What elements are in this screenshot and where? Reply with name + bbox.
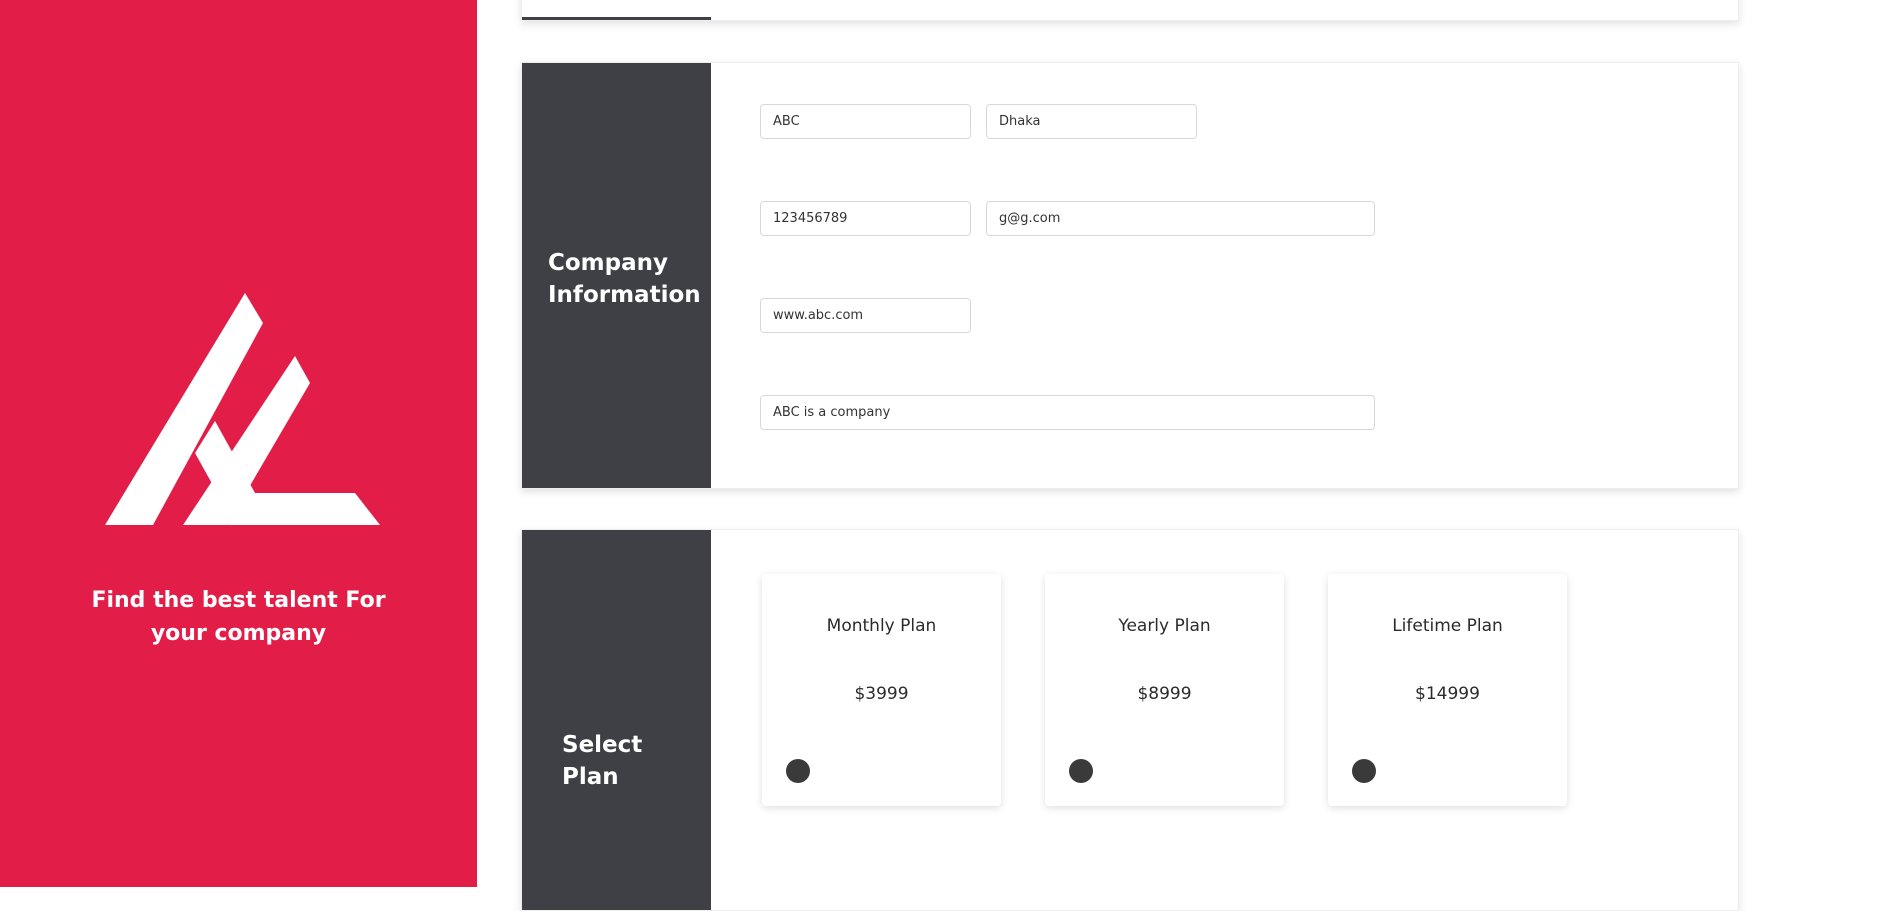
- company-website-input[interactable]: [760, 298, 971, 333]
- plan-title-line-1: Select: [562, 732, 643, 758]
- plan-name: Monthly Plan: [826, 616, 937, 636]
- select-plan-title: Select Plan: [562, 729, 642, 793]
- brand-panel: Find the best talent For your company: [0, 0, 477, 887]
- plan-option-yearly[interactable]: Yearly Plan $8999: [1045, 574, 1284, 806]
- select-plan-card: Select Plan Monthly Plan $3999 Yearly Pl…: [521, 529, 1739, 911]
- plan-price: $14999: [1415, 684, 1480, 704]
- company-description-input[interactable]: [760, 395, 1375, 430]
- plan-name: Yearly Plan: [1118, 616, 1211, 636]
- plan-radio-button[interactable]: [1352, 759, 1376, 783]
- tagline-line-1: Find the best talent For: [91, 588, 386, 613]
- tagline-line-2: your company: [150, 621, 327, 646]
- previous-section-side-bar: [522, 17, 711, 20]
- company-city-input[interactable]: [986, 104, 1197, 139]
- company-title-line-1: Company: [548, 250, 668, 276]
- plan-radio-button[interactable]: [1069, 759, 1093, 783]
- company-information-card: Company Information: [521, 62, 1739, 489]
- company-information-title: Company Information: [548, 247, 701, 311]
- company-email-input[interactable]: [986, 201, 1375, 236]
- hl-logo-icon: [105, 293, 380, 525]
- plan-option-monthly[interactable]: Monthly Plan $3999: [762, 574, 1001, 806]
- company-name-input[interactable]: [760, 104, 971, 139]
- select-plan-side-label: Select Plan: [522, 530, 711, 910]
- plan-price: $8999: [1137, 684, 1192, 704]
- plan-name: Lifetime Plan: [1392, 616, 1503, 636]
- brand-tagline: Find the best talent For your company: [0, 584, 477, 650]
- company-information-side-label: Company Information: [522, 63, 711, 488]
- company-phone-input[interactable]: [760, 201, 971, 236]
- plan-option-lifetime[interactable]: Lifetime Plan $14999: [1328, 574, 1567, 806]
- previous-section-card: [521, 0, 1739, 21]
- plan-title-line-2: Plan: [562, 764, 619, 790]
- plan-radio-button[interactable]: [786, 759, 810, 783]
- company-title-line-2: Information: [548, 282, 701, 308]
- plan-price: $3999: [854, 684, 909, 704]
